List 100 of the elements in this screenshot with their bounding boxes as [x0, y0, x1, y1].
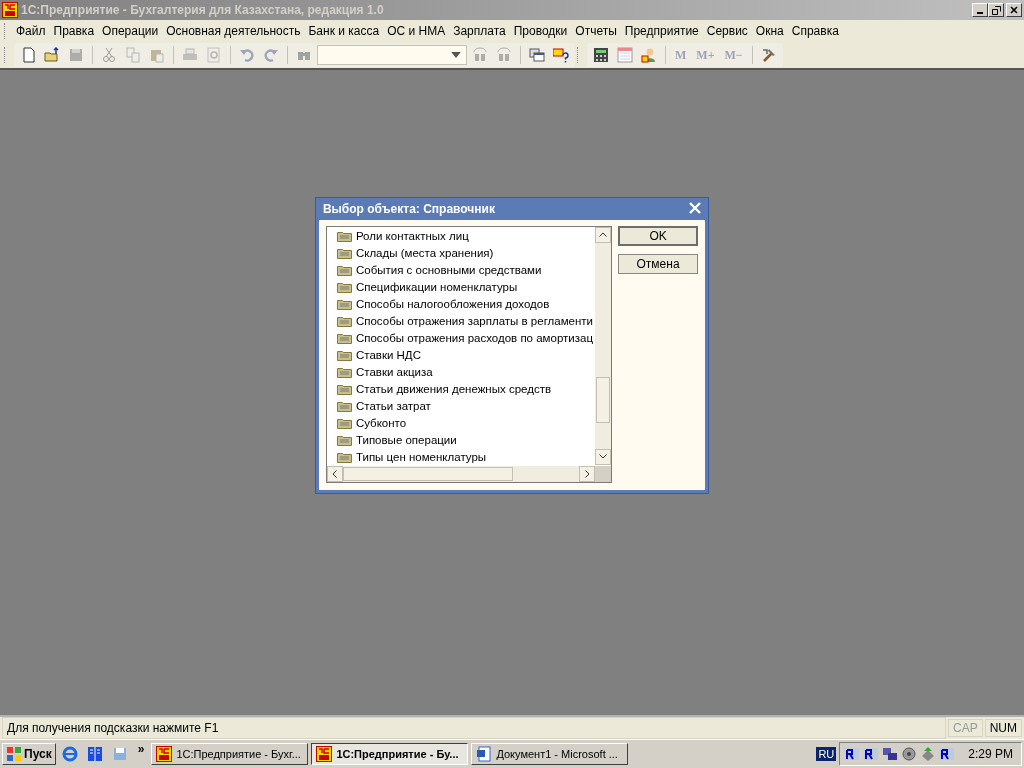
menu-item[interactable]: Файл — [12, 22, 50, 40]
menu-item[interactable]: Отчеты — [571, 22, 621, 40]
app-logo-icon — [316, 746, 333, 762]
scissors-icon — [101, 47, 117, 63]
catalog-folder-icon — [336, 417, 352, 429]
binoculars-icon — [496, 47, 512, 63]
tray-icon[interactable] — [939, 746, 956, 762]
help-icon — [553, 47, 569, 63]
catalog-folder-icon — [336, 451, 352, 463]
scroll-left-icon[interactable] — [332, 469, 338, 478]
windows-icon — [529, 47, 545, 63]
catalog-list-item[interactable]: Субконто — [330, 414, 596, 432]
taskbar-button[interactable]: 1С:Предприятие - Бу... — [311, 743, 469, 765]
catalog-folder-icon — [336, 366, 352, 378]
menu-item[interactable]: Справка — [787, 22, 843, 40]
language-indicator[interactable]: RU — [816, 747, 837, 761]
menu-item[interactable]: Окна — [751, 22, 788, 40]
menu-item[interactable]: Основная деятельность — [162, 22, 305, 40]
taskbar-button[interactable]: 1С:Предприятие - Бухг... — [151, 743, 309, 765]
menu-item[interactable]: Правка — [49, 22, 99, 40]
overflow-chevron[interactable]: » — [133, 742, 149, 756]
blank-page-icon — [20, 47, 36, 63]
catalog-folder-icon — [336, 298, 352, 310]
catalog-list-item[interactable]: Способы отражения расходов по амортизац — [330, 329, 596, 347]
key-indicator: NUM — [984, 719, 1022, 737]
catalog-list-item[interactable]: События с основными средствами — [330, 261, 596, 279]
catalog-folder-icon — [336, 349, 352, 361]
catalog-folder-icon — [336, 264, 352, 276]
app-logo-icon — [156, 746, 173, 762]
dialog-title: Выбор объекта: Справочник — [322, 201, 495, 216]
speaker-icon[interactable] — [901, 746, 918, 762]
four-squares-logo-icon — [6, 746, 22, 762]
cancel-button[interactable]: Отмена — [618, 253, 699, 274]
status-hint: Для получения подсказки нажмите F1 — [2, 717, 946, 739]
menu-item[interactable]: Операции — [98, 22, 163, 40]
menu-item[interactable]: Банк и касса — [304, 22, 384, 40]
document-icon — [476, 746, 493, 762]
catalog-folder-icon — [336, 332, 352, 344]
catalog-folder-icon — [336, 400, 352, 412]
catalog-folder-icon — [336, 230, 352, 242]
user-lock-icon — [641, 47, 657, 63]
scroll-down-icon[interactable] — [599, 454, 608, 459]
catalog-list-item[interactable]: Типовые операции — [330, 431, 596, 449]
tray-icon[interactable] — [844, 746, 861, 762]
catalog-list-item[interactable]: Спецификации номенклатуры — [330, 278, 596, 296]
undo-icon — [239, 47, 255, 63]
window-title: 1С:Предприятие - Бухгалтерия для Казахстана, редакция 1.0 — [21, 3, 385, 17]
close-icon — [689, 201, 702, 214]
catalog-folder-icon — [336, 247, 352, 259]
scrollbar-corner — [595, 465, 612, 482]
magnifier-page-icon — [206, 47, 222, 63]
folder-arrow-icon — [44, 47, 60, 63]
catalog-folder-icon — [336, 434, 352, 446]
catalog-list-item[interactable]: Статьи затрат — [330, 397, 596, 415]
network-icon[interactable] — [882, 746, 899, 762]
printer-icon — [182, 47, 198, 63]
start-button[interactable]: Пуск — [2, 743, 56, 765]
app-logo-icon — [2, 2, 18, 18]
catalog-folder-icon — [336, 315, 352, 327]
horizontal-scrollbar[interactable] — [326, 465, 596, 482]
catalog-list-item[interactable]: Роли контактных лиц — [330, 227, 596, 245]
hammer-icon — [760, 47, 777, 63]
catalog-list-item[interactable]: Склады (места хранения) — [330, 244, 596, 262]
catalog-folder-icon — [336, 383, 352, 395]
menu-item[interactable]: Сервис — [702, 22, 752, 40]
tray-icon[interactable] — [863, 746, 880, 762]
copy-icon — [125, 47, 141, 63]
menu-item[interactable]: Зарплата — [449, 22, 510, 40]
taskbar-button[interactable]: Документ1 - Microsoft ... — [471, 743, 629, 765]
catalog-list-item[interactable]: Типы цен номенклатуры — [330, 448, 596, 466]
clipboard-icon — [149, 47, 165, 63]
minimize-button[interactable] — [972, 3, 988, 17]
vertical-scrollbar[interactable] — [595, 226, 612, 465]
scroll-right-icon[interactable] — [584, 469, 590, 478]
close-icon — [1010, 6, 1018, 14]
catalog-list-item[interactable]: Ставки НДС — [330, 346, 596, 364]
close-button[interactable] — [1006, 3, 1022, 17]
scroll-thumb[interactable] — [596, 376, 611, 423]
clock: 2:29 PM — [968, 747, 1013, 761]
restore-button[interactable] — [988, 3, 1004, 17]
calculator-icon — [593, 47, 609, 63]
redo-icon — [263, 47, 279, 63]
menu-item[interactable]: Проводки — [509, 22, 572, 40]
catalog-folder-icon — [336, 281, 352, 293]
menu-item[interactable]: ОС и НМА — [383, 22, 450, 40]
calendar-icon — [617, 47, 633, 63]
menu-item[interactable]: Предприятие — [620, 22, 703, 40]
catalog-list-item[interactable]: Ставки акциза — [330, 363, 596, 381]
catalog-list-item[interactable]: Способы налогообложения доходов — [330, 295, 596, 313]
ok-button[interactable]: OK — [618, 225, 699, 246]
restore-icon — [991, 5, 1001, 15]
catalog-list-item[interactable]: Способы отражения зарплаты в регламенти — [330, 312, 596, 330]
scroll-thumb[interactable] — [342, 466, 513, 481]
scroll-up-icon[interactable] — [599, 232, 608, 237]
binoculars-icon — [472, 47, 488, 63]
browser-icon[interactable] — [61, 746, 78, 762]
key-indicator: CAP — [948, 719, 983, 737]
book-icon[interactable] — [86, 746, 103, 762]
search-combo-field[interactable] — [317, 45, 467, 65]
catalog-list-item[interactable]: Статьи движения денежных средств — [330, 380, 596, 398]
